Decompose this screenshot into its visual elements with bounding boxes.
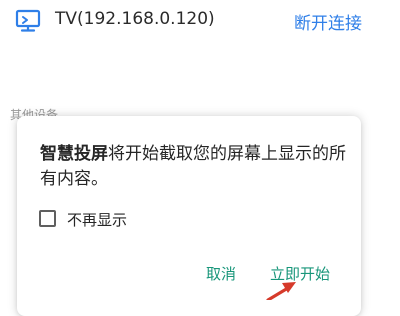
- device-name: TV(192.168.0.120): [55, 9, 215, 29]
- tv-icon: [15, 9, 41, 32]
- dont-show-again-checkbox[interactable]: [39, 210, 56, 227]
- dialog-message: 智慧投屏将开始截取您的屏幕上显示的所有内容。: [40, 142, 346, 192]
- disconnect-button[interactable]: 断开连接: [294, 9, 362, 34]
- connected-device-row: TV(192.168.0.120) 断开连接: [0, 0, 400, 44]
- annotation-arrow-icon: [266, 282, 296, 300]
- screen-capture-dialog: 智慧投屏将开始截取您的屏幕上显示的所有内容。 不再显示 取消 立即开始: [17, 116, 361, 316]
- cancel-button[interactable]: 取消: [206, 263, 236, 284]
- dialog-app-name: 智慧投屏: [40, 144, 108, 164]
- dont-show-again-label[interactable]: 不再显示: [67, 209, 127, 230]
